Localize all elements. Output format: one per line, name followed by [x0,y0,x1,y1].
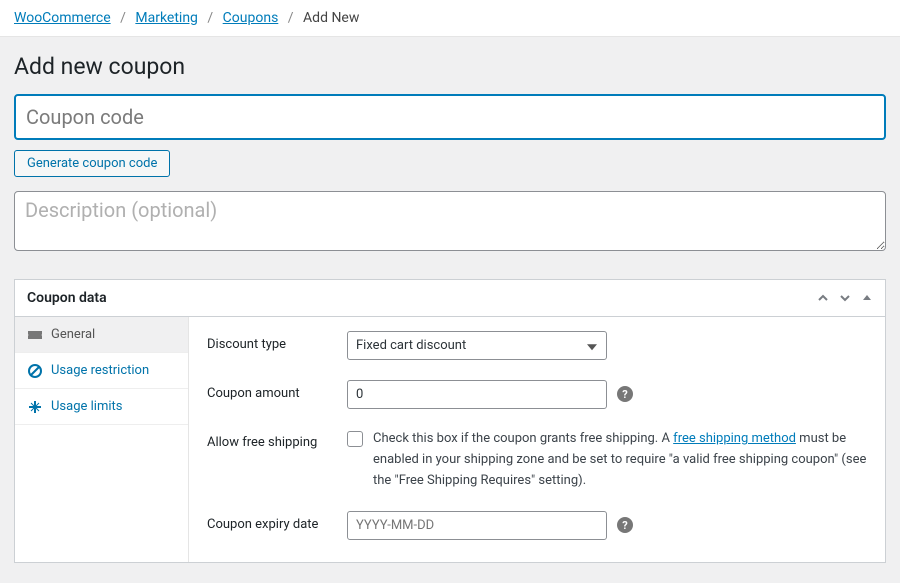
breadcrumb: WooCommerce / Marketing / Coupons / Add … [0,0,900,37]
panel-tabs: General Usage restriction Usage limits [15,317,189,562]
panel-fields: Discount type Fixed cart discount Coupon… [189,317,885,562]
discount-type-select[interactable]: Fixed cart discount [347,331,607,360]
free-shipping-method-link[interactable]: free shipping method [673,431,796,446]
field-label: Coupon amount [207,380,347,401]
field-expiry-date: Coupon expiry date ? [207,511,867,540]
field-label: Coupon expiry date [207,511,347,532]
field-label: Allow free shipping [207,429,347,450]
breadcrumb-link-coupons[interactable]: Coupons [223,10,279,26]
breadcrumb-link-woocommerce[interactable]: WooCommerce [14,10,111,26]
panel-title: Coupon data [27,290,107,306]
breadcrumb-sep: / [207,10,213,26]
free-shipping-description: Check this box if the coupon grants free… [373,429,867,491]
breadcrumb-link-marketing[interactable]: Marketing [135,10,198,26]
generate-coupon-button[interactable]: Generate coupon code [14,150,170,177]
field-label: Discount type [207,331,347,352]
tab-label: Usage limits [51,399,122,414]
field-free-shipping: Allow free shipping Check this box if th… [207,429,867,491]
help-icon[interactable]: ? [617,386,633,402]
field-discount-type: Discount type Fixed cart discount [207,331,867,360]
tab-usage-restriction[interactable]: Usage restriction [15,353,188,389]
tab-label: Usage restriction [51,363,149,378]
field-coupon-amount: Coupon amount ? [207,380,867,409]
breadcrumb-sep: / [288,10,294,26]
panel-move-down-icon[interactable] [839,292,851,304]
breadcrumb-sep: / [120,10,126,26]
panel-header: Coupon data [15,280,885,317]
coupon-code-input[interactable] [14,94,886,140]
breadcrumb-current: Add New [303,10,359,26]
ticket-icon [27,329,43,341]
panel-toggle-icon[interactable] [861,292,873,304]
coupon-amount-input[interactable] [347,380,607,409]
page-title: Add new coupon [14,53,886,80]
free-shipping-checkbox[interactable] [347,431,363,447]
no-entry-icon [27,364,43,378]
adjust-icon [27,400,43,414]
coupon-data-panel: Coupon data General [14,279,886,563]
help-icon[interactable]: ? [617,517,633,533]
tab-usage-limits[interactable]: Usage limits [15,389,188,425]
expiry-date-input[interactable] [347,511,607,540]
tab-general[interactable]: General [15,317,188,353]
tab-label: General [51,327,95,342]
panel-move-up-icon[interactable] [817,292,829,304]
description-textarea[interactable] [14,191,886,251]
